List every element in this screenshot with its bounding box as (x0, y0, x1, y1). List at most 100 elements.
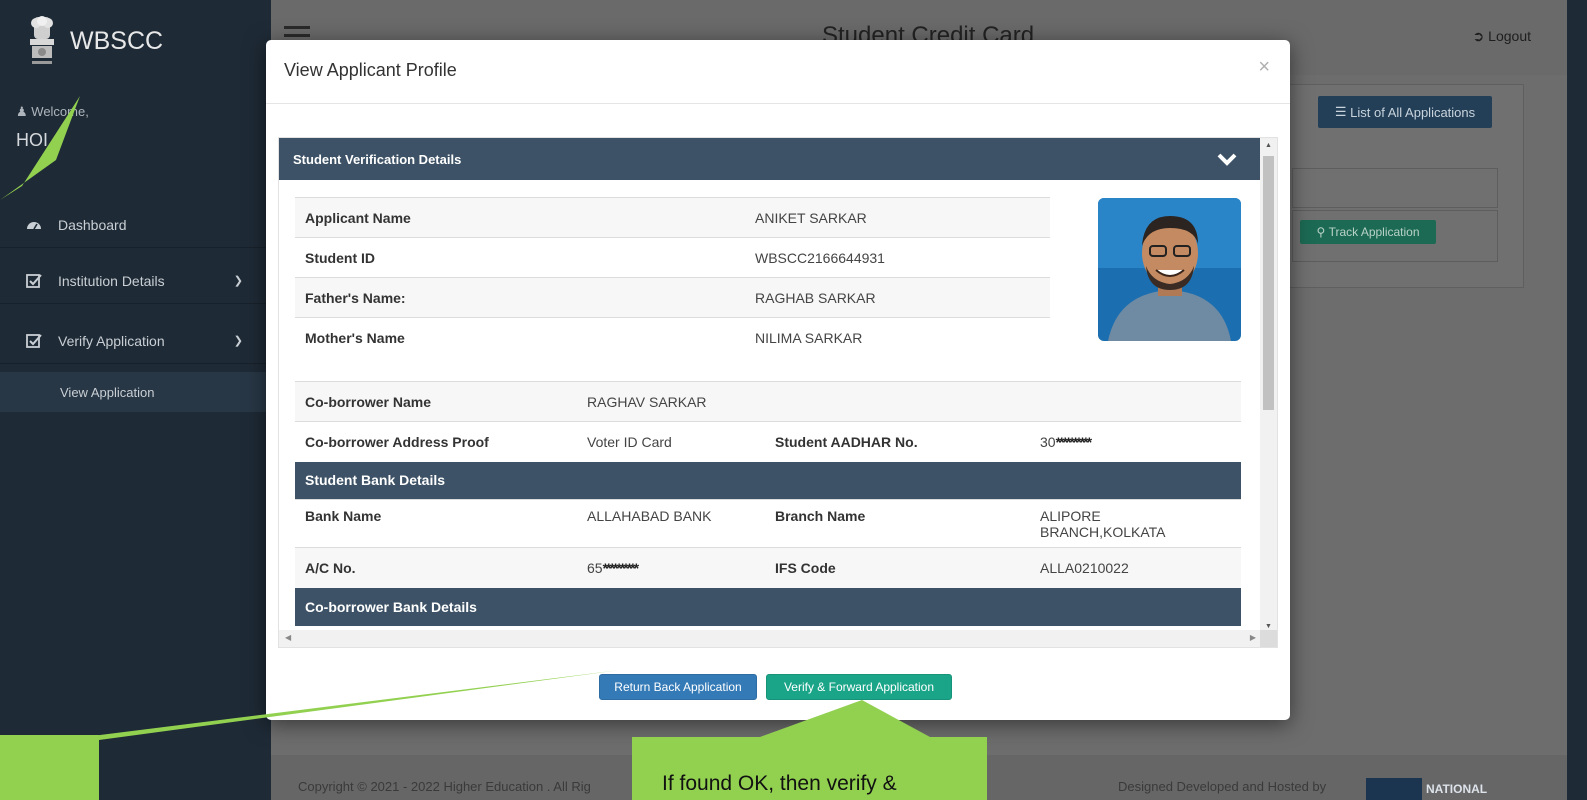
aadhar-mask: ********** (1055, 433, 1093, 450)
list-icon: ☰ (1334, 104, 1347, 119)
bank-name-label: Bank Name (295, 499, 577, 548)
user-icon: ♟ (16, 104, 28, 119)
track-application-button[interactable]: ⚲ Track Application (1300, 220, 1436, 244)
aadhar-label: Student AADHAR No. (765, 421, 1030, 462)
ac-prefix: 65 (587, 559, 603, 576)
nic-logo-text: NATIONAL (1426, 782, 1488, 796)
list-button-label: List of All Applications (1350, 104, 1476, 120)
branch-name-label: Branch Name (765, 499, 1030, 548)
chevron-down-icon: ❯ (233, 275, 243, 287)
detail-label: Mother's Name (295, 317, 745, 358)
section-header-student-bank: Student Bank Details (295, 461, 1241, 500)
verify-forward-application-button[interactable]: Verify & Forward Application (766, 674, 952, 700)
table-row: Applicant Name ANIKET SARKAR (295, 197, 1050, 238)
welcome-label: Welcome, (31, 104, 89, 119)
detail-value: ANIKET SARKAR (745, 197, 1050, 238)
table-row: Bank Name ALLAHABAD BANK Branch Name ALI… (295, 499, 1241, 548)
sidebar-item-label: Dashboard (58, 216, 127, 233)
detail-value: NILIMA SARKAR (745, 317, 1050, 358)
branch-line-2: BRANCH,KOLKATA (1040, 524, 1166, 540)
address-proof-value: Voter ID Card (577, 421, 765, 462)
details-grid-table: Co-borrower Name RAGHAV SARKAR Co-borrow… (295, 381, 1241, 626)
nic-logo-mark (1366, 778, 1422, 800)
sidebar: WBSCC ♟ Welcome, HOI Dashboard Instituti… (0, 0, 271, 800)
aadhar-value: 30********** (1030, 421, 1241, 462)
brand[interactable]: WBSCC (0, 0, 271, 82)
chevron-down-icon[interactable] (1216, 148, 1238, 170)
scroll-left-icon[interactable]: ◀ (285, 633, 291, 642)
right-edge (1567, 0, 1587, 800)
branch-line-1: ALIPORE (1040, 508, 1101, 524)
scroll-right-icon[interactable]: ▶ (1250, 633, 1256, 642)
coborrower-name-label: Co-borrower Name (295, 381, 577, 422)
checkbox-icon (26, 333, 42, 349)
modal-footer: Return Back Application Verify & Forward… (266, 660, 1290, 720)
detail-value: RAGHAB SARKAR (745, 277, 1050, 318)
panel-header[interactable]: Student Verification Details (279, 138, 1262, 180)
track-button-label: Track Application (1328, 225, 1420, 239)
scrollbar-corner (1260, 630, 1277, 647)
sidebar-item-institution-details[interactable]: Institution Details ❯ (0, 258, 271, 304)
ac-no-label: A/C No. (295, 547, 577, 588)
section-title: Student Bank Details (295, 461, 1241, 500)
ac-mask: ********** (602, 559, 640, 576)
bank-name-value: ALLAHABAD BANK (577, 499, 765, 548)
welcome-text: ♟ Welcome, (16, 104, 89, 120)
ifs-code-value: ALLA0210022 (1030, 547, 1241, 588)
aadhar-prefix: 30 (1040, 433, 1056, 450)
table-row: Co-borrower Name RAGHAV SARKAR (295, 381, 1241, 422)
applicant-photo (1098, 198, 1241, 341)
detail-label: Father's Name: (295, 277, 745, 318)
branch-name-value: ALIPORE BRANCH,KOLKATA (1030, 499, 1241, 548)
modal-title: View Applicant Profile (284, 60, 457, 80)
vertical-scrollbar[interactable]: ▲ ▼ (1260, 138, 1277, 632)
search-icon: ⚲ (1316, 225, 1326, 239)
detail-value: WBSCC2166644931 (745, 237, 1050, 278)
scroll-down-icon[interactable]: ▼ (1265, 623, 1272, 630)
return-back-application-button[interactable]: Return Back Application (599, 674, 757, 700)
dashboard-icon (26, 217, 42, 233)
modal-scroll-area[interactable]: Student Verification Details Applicant N… (278, 137, 1278, 648)
annotation-box-left (0, 735, 99, 800)
coborrower-name-value: RAGHAV SARKAR (577, 381, 765, 422)
panel-title: Student Verification Details (293, 151, 462, 167)
scroll-up-icon[interactable]: ▲ (1265, 142, 1272, 149)
checkbox-icon (26, 273, 42, 289)
section-header-coborrower-bank: Co-borrower Bank Details (295, 587, 1241, 626)
scrollbar-thumb[interactable] (1263, 156, 1274, 410)
table-row: Student ID WBSCC2166644931 (295, 237, 1050, 278)
modal-header: View Applicant Profile × (266, 40, 1290, 104)
state-emblem-icon (30, 16, 54, 64)
ac-no-value: 65********** (577, 547, 765, 588)
footer-credit: Designed Developed and Hosted by (1118, 779, 1327, 794)
sidebar-subitem-view-application[interactable]: View Application (0, 372, 271, 412)
detail-label: Student ID (295, 237, 745, 278)
sidebar-item-dashboard[interactable]: Dashboard (0, 202, 271, 248)
list-all-applications-button[interactable]: ☰ List of All Applications (1318, 96, 1492, 128)
horizontal-scrollbar[interactable]: ◀ ▶ (279, 630, 1262, 647)
sidebar-item-label: Institution Details (58, 272, 165, 289)
logout-link[interactable]: ➲ Logout (1473, 28, 1531, 45)
section-title: Co-borrower Bank Details (295, 587, 1241, 626)
table-row: Mother's Name NILIMA SARKAR (295, 317, 1050, 358)
background-row (1292, 168, 1498, 208)
sidebar-item-verify-application[interactable]: Verify Application ❯ (0, 318, 271, 364)
user-name: HOI (16, 130, 49, 150)
detail-label: Applicant Name (295, 197, 745, 238)
nic-logo: NATIONAL (1366, 778, 1526, 800)
footer-copyright: Copyright © 2021 - 2022 Higher Education… (298, 779, 591, 794)
chevron-down-icon: ❯ (233, 335, 243, 347)
address-proof-label: Co-borrower Address Proof (295, 421, 577, 462)
applicant-details-table: Applicant Name ANIKET SARKAR Student ID WBS… (295, 197, 1050, 358)
table-row: Co-borrower Address Proof Voter ID Card … (295, 421, 1241, 462)
close-button[interactable]: × (1258, 56, 1270, 79)
brand-name: WBSCC (70, 26, 164, 55)
table-row: Father's Name: RAGHAB SARKAR (295, 277, 1050, 318)
table-row: A/C No. 65********** IFS Code ALLA021002… (295, 547, 1241, 588)
annotation-text: If found OK, then verify & (662, 772, 897, 795)
applicant-profile-modal: View Applicant Profile × Student Verific… (266, 40, 1290, 720)
logout-label: Logout (1488, 28, 1531, 44)
logout-icon: ➲ (1472, 28, 1485, 44)
sidebar-item-label: Verify Application (58, 332, 165, 349)
ifs-code-label: IFS Code (765, 547, 1030, 588)
